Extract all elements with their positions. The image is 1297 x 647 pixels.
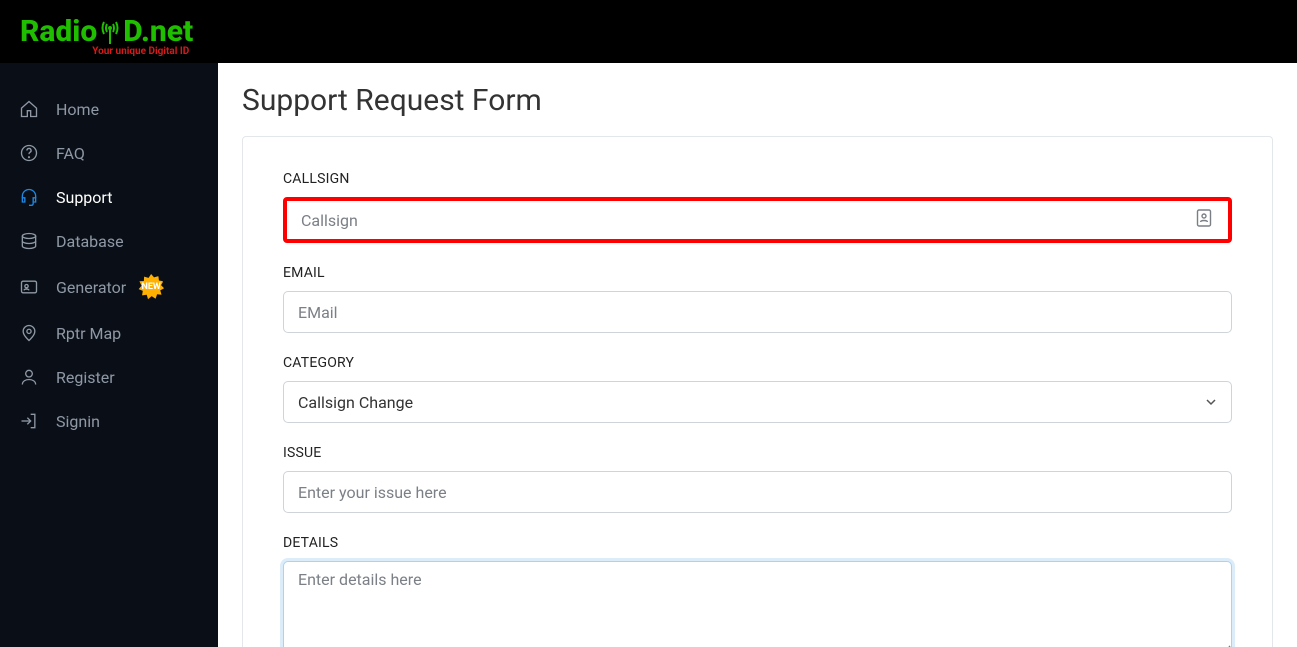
sidebar-item-label: Support [56, 188, 112, 207]
home-icon [18, 98, 40, 120]
sidebar-item-generator[interactable]: Generator NEW [0, 263, 218, 311]
brand-name-right: D.net [123, 17, 193, 47]
id-card-icon [18, 276, 40, 298]
sidebar-item-label: Home [56, 100, 99, 119]
sidebar-item-database[interactable]: Database [0, 219, 218, 263]
headset-icon [18, 186, 40, 208]
sidebar: Home FAQ Support Database Generator [0, 63, 218, 647]
details-textarea[interactable] [283, 561, 1232, 647]
header-bar: Radio D.net Your unique Digital ID [0, 0, 1297, 63]
category-label: CATEGORY [283, 355, 1232, 371]
form-card: CALLSIGN EMAIL CATEGORY Callsign [242, 136, 1273, 647]
brand-logo[interactable]: Radio D.net Your unique Digital ID [20, 17, 193, 47]
issue-group: ISSUE [283, 445, 1232, 513]
sidebar-item-label: Rptr Map [56, 324, 121, 343]
brand-name-left: Radio [20, 17, 97, 47]
category-group: CATEGORY Callsign Change [283, 355, 1232, 423]
sidebar-item-label: Database [56, 232, 124, 251]
sidebar-item-register[interactable]: Register [0, 355, 218, 399]
email-input[interactable] [283, 291, 1232, 333]
sidebar-item-signin[interactable]: Signin [0, 399, 218, 443]
sidebar-item-support[interactable]: Support [0, 175, 218, 219]
contacts-icon [1196, 209, 1212, 231]
map-pin-icon [18, 322, 40, 344]
sidebar-item-rptr-map[interactable]: Rptr Map [0, 311, 218, 355]
signin-icon [18, 410, 40, 432]
details-label: DETAILS [283, 535, 1232, 551]
sidebar-item-label: Register [56, 368, 115, 387]
brand-tagline: Your unique Digital ID [92, 47, 189, 57]
issue-label: ISSUE [283, 445, 1232, 461]
new-badge: NEW [138, 274, 164, 300]
category-select[interactable]: Callsign Change [283, 381, 1232, 423]
details-group: DETAILS [283, 535, 1232, 647]
email-group: EMAIL [283, 265, 1232, 333]
callsign-label: CALLSIGN [283, 171, 1232, 187]
page-title: Support Request Form [242, 83, 1273, 118]
callsign-input[interactable] [287, 201, 1228, 239]
email-label: EMAIL [283, 265, 1232, 281]
issue-input[interactable] [283, 471, 1232, 513]
callsign-highlight [283, 197, 1232, 243]
callsign-group: CALLSIGN [283, 171, 1232, 243]
sidebar-item-label: Generator [56, 278, 126, 297]
sidebar-item-faq[interactable]: FAQ [0, 131, 218, 175]
sidebar-item-label: FAQ [56, 144, 85, 163]
user-icon [18, 366, 40, 388]
sidebar-item-home[interactable]: Home [0, 87, 218, 131]
help-circle-icon [18, 142, 40, 164]
database-icon [18, 230, 40, 252]
sidebar-item-label: Signin [56, 412, 100, 431]
antenna-icon [98, 16, 122, 46]
main-content: Support Request Form CALLSIGN EMAIL [218, 63, 1297, 647]
